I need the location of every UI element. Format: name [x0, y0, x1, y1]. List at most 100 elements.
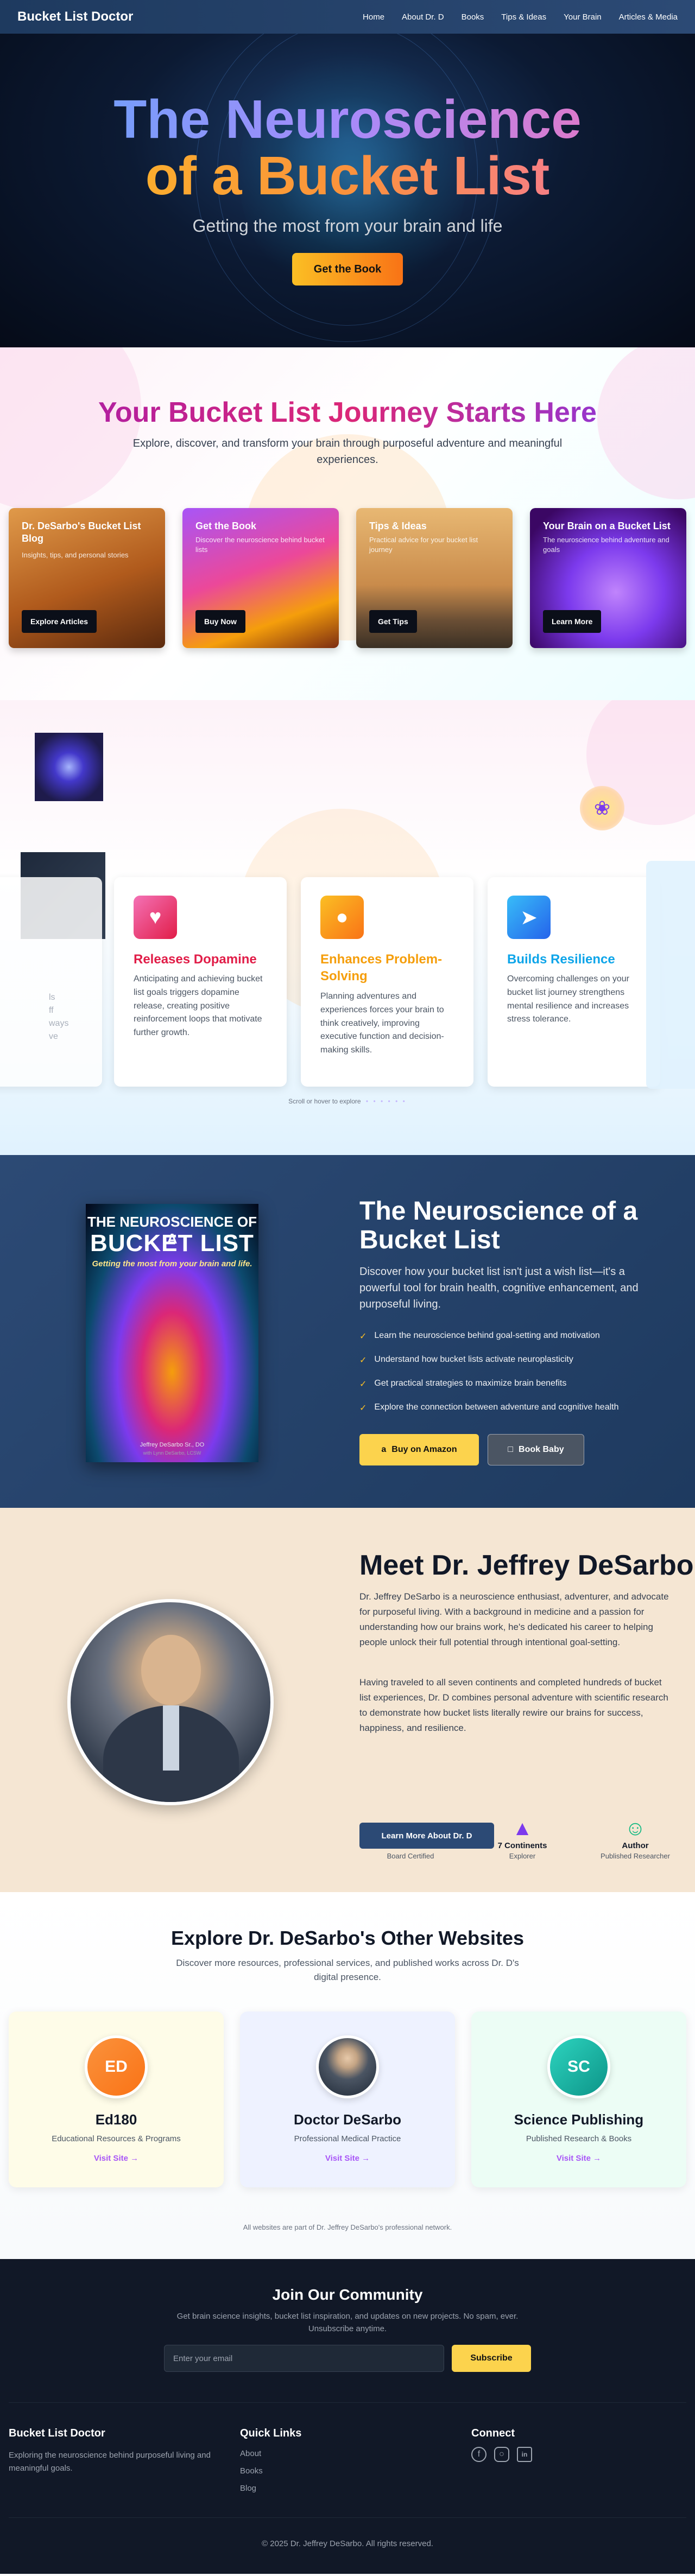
get-tips-button[interactable]: Get Tips — [369, 610, 417, 633]
linkedin-icon[interactable]: in — [517, 2447, 532, 2462]
footer-link-about[interactable]: About — [240, 2449, 261, 2458]
card-blog-title: Dr. DeSarbo's Bucket List Blog — [22, 521, 141, 544]
subscribe-button[interactable]: Subscribe — [452, 2345, 531, 2372]
site-name: Doctor DeSarbo — [294, 2111, 401, 2128]
connect-title: Connect — [471, 2427, 515, 2439]
nav-articles[interactable]: Articles & Media — [610, 12, 686, 22]
book-feature: ✓ Explore the connection between adventur… — [359, 1403, 619, 1413]
benefit-partial-line: ls — [49, 993, 55, 1002]
site-card-science-publishing[interactable]: SC Science Publishing Published Research… — [471, 2012, 686, 2187]
book-cover-image: THE NEUROSCIENCE OF A BUCKET LIST Gettin… — [86, 1204, 258, 1462]
scroll-hint-text: Scroll or hover to explore — [288, 1097, 361, 1105]
hero-subtitle: Getting the most from your brain and lif… — [192, 216, 503, 236]
footer-link-books[interactable]: Books — [240, 2466, 263, 2476]
hero-title-line2: of a Bucket List — [0, 148, 695, 205]
journey-subtitle: Explore, discover, and transform your br… — [132, 437, 563, 466]
book-feature-text: Explore the connection between adventure… — [374, 1403, 619, 1412]
stat-subtitle: Explorer — [509, 1852, 536, 1860]
stat-subtitle: Board Certified — [387, 1852, 434, 1860]
card-blog-desc: Insights, tips, and personal stories — [22, 551, 129, 559]
card-book-title: Get the Book — [195, 521, 257, 531]
card-brain[interactable]: Your Brain on a Bucket List The neurosci… — [530, 508, 686, 648]
lightbulb-icon: ● — [320, 896, 364, 939]
divider — [9, 2402, 686, 2403]
decor-blob — [0, 347, 141, 510]
nav-home[interactable]: Home — [354, 12, 393, 22]
buy-amazon-button[interactable]: a Buy on Amazon — [359, 1434, 479, 1465]
science-publishing-avatar: SC — [547, 2035, 610, 2098]
benefit-title: Builds Resilience — [507, 952, 615, 967]
benefit-card-dopamine[interactable]: ♥ Releases Dopamine Anticipating and ach… — [114, 877, 287, 1087]
book-feature: ✓ Learn the neuroscience behind goal-sett… — [359, 1331, 600, 1342]
stat-title: Author — [622, 1841, 649, 1850]
divider — [9, 2517, 686, 2518]
websites-subtitle: Discover more resources, professional se… — [176, 1958, 519, 1982]
email-field[interactable] — [164, 2345, 444, 2372]
benefits-section: ❀ ls ff ways ve ♥ Releases Dopamine Anti… — [0, 700, 695, 1155]
benefit-title: Releases Dopamine — [134, 952, 257, 967]
carousel-edge-fade — [646, 861, 695, 1089]
book-description: Discover how your bucket list isn't just… — [359, 1266, 639, 1310]
footer-link-blog[interactable]: Blog — [240, 2484, 256, 2493]
get-book-button[interactable]: Get the Book — [292, 253, 403, 285]
ed180-avatar: ED — [85, 2035, 148, 2098]
nav-brain[interactable]: Your Brain — [555, 12, 610, 22]
book-baby-button[interactable]: □ Book Baby — [488, 1434, 584, 1465]
doctor-desarbo-avatar — [316, 2035, 379, 2098]
site-card-doctor-desarbo[interactable]: Doctor DeSarbo Professional Medical Prac… — [240, 2012, 455, 2187]
site-brand[interactable]: Bucket List Doctor — [17, 9, 133, 24]
benefit-desc: Planning adventures and experiences forc… — [320, 992, 444, 1055]
instagram-icon[interactable]: ○ — [494, 2447, 509, 2462]
nav-books[interactable]: Books — [453, 12, 493, 22]
quick-links-title: Quick Links — [240, 2427, 302, 2439]
benefit-card-resilience[interactable]: ➤ Builds Resilience Overcoming challenge… — [488, 877, 660, 1087]
site-name: Science Publishing — [514, 2111, 644, 2128]
benefit-desc: Overcoming challenges on your bucket lis… — [507, 974, 630, 1024]
author-icon: ☺ — [624, 1817, 646, 1840]
book-section: THE NEUROSCIENCE OF A BUCKET LIST Gettin… — [0, 1155, 695, 1508]
websites-footnote: All websites are part of Dr. Jeffrey DeS… — [243, 2223, 452, 2231]
book-feature-text: Learn the neuroscience behind goal-setti… — [374, 1331, 600, 1340]
carousel-dots[interactable]: • • • • • • — [366, 1097, 407, 1105]
about-section: Meet Dr. Jeffrey DeSarbo Dr. Jeffrey DeS… — [0, 1508, 695, 1892]
check-icon: ✓ — [359, 1404, 367, 1413]
learn-more-button[interactable]: Learn More — [543, 610, 602, 633]
book-feature: ✓ Understand how bucket lists activate ne… — [359, 1355, 573, 1366]
card-book-desc: Discover the neuroscience behind bucket … — [195, 536, 325, 554]
book-icon: □ — [508, 1445, 514, 1454]
site-desc: Educational Resources & Programs — [52, 2134, 181, 2143]
site-name: Ed180 — [95, 2111, 137, 2128]
cover-title-line2: BUCKET LIST — [90, 1230, 254, 1257]
card-tips-desc: Practical advice for your bucket list jo… — [369, 536, 478, 554]
journey-section: Your Bucket List Journey Starts Here Exp… — [0, 347, 695, 700]
visit-site-link[interactable]: Visit Site → — [9, 2154, 224, 2163]
journey-title: Your Bucket List Journey Starts Here — [0, 396, 695, 429]
benefit-desc: Anticipating and achieving bucket list g… — [134, 974, 263, 1038]
cover-coauthor: with Lynn DeSarbo, LCSW — [143, 1450, 201, 1456]
check-icon: ✓ — [359, 1332, 367, 1341]
portrait-tie — [163, 1705, 179, 1771]
rocket-icon: ➤ — [507, 896, 551, 939]
check-icon: ✓ — [359, 1356, 367, 1365]
site-desc: Published Research & Books — [526, 2134, 632, 2143]
visit-site-link[interactable]: Visit Site → — [240, 2154, 455, 2163]
benefit-card-partial: ls ff ways ve — [0, 877, 102, 1087]
heart-icon: ♥ — [134, 896, 177, 939]
visit-site-link[interactable]: Visit Site → — [471, 2154, 686, 2163]
card-blog[interactable]: Dr. DeSarbo's Bucket List Blog Insights,… — [9, 508, 165, 648]
copyright: © 2025 Dr. Jeffrey DeSarbo. All rights r… — [262, 2539, 433, 2548]
buy-now-button[interactable]: Buy Now — [195, 610, 245, 633]
facebook-icon[interactable]: f — [471, 2447, 486, 2462]
learn-more-about-button[interactable]: Learn More About Dr. D — [359, 1823, 494, 1849]
card-tips[interactable]: Tips & Ideas Practical advice for your b… — [356, 508, 513, 648]
nav-tips[interactable]: Tips & Ideas — [492, 12, 555, 22]
explore-articles-button[interactable]: Explore Articles — [22, 610, 97, 633]
about-paragraph: Having traveled to all seven continents … — [359, 1677, 668, 1734]
benefit-card-problem-solving[interactable]: ● Enhances Problem-Solving Planning adve… — [301, 877, 473, 1087]
nav-about[interactable]: About Dr. D — [393, 12, 453, 22]
card-book[interactable]: Get the Book Discover the neuroscience b… — [182, 508, 339, 648]
card-tips-title: Tips & Ideas — [369, 521, 427, 531]
stat-subtitle: Published Researcher — [601, 1852, 670, 1860]
footer: Join Our Community Get brain science ins… — [0, 2259, 695, 2574]
site-card-ed180[interactable]: ED Ed180 Educational Resources & Program… — [9, 2012, 224, 2187]
